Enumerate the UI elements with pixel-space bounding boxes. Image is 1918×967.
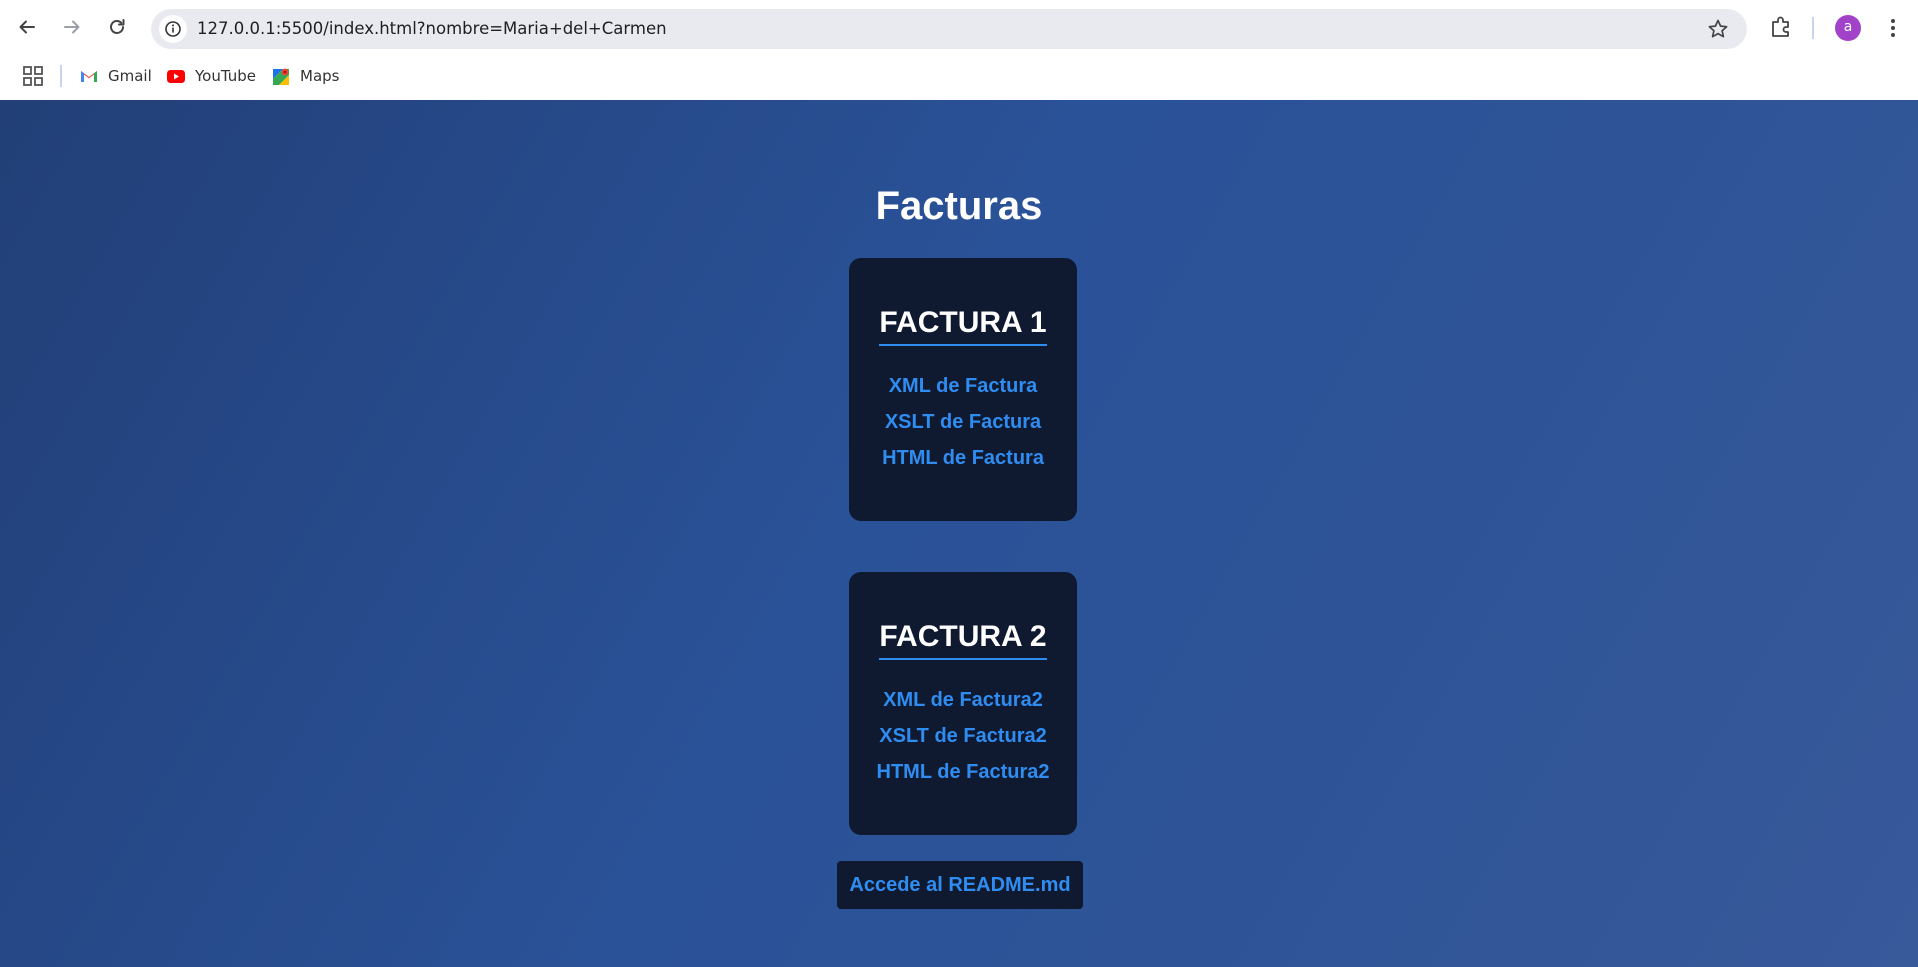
bookmark-label: YouTube <box>195 67 256 85</box>
kebab-menu-icon[interactable] <box>1882 13 1904 43</box>
bookmark-label: Maps <box>300 67 340 85</box>
arrow-left-icon <box>19 20 35 34</box>
extensions-icon[interactable] <box>1767 13 1795 41</box>
invoice-card-1: FACTURA 1 XML de Factura XSLT de Factura… <box>849 258 1077 521</box>
toolbar-divider <box>1812 17 1814 39</box>
forward-button[interactable] <box>55 10 89 44</box>
html-link[interactable]: HTML de Factura2 <box>849 754 1077 790</box>
reload-icon <box>110 19 125 34</box>
bookmark-maps[interactable]: Maps <box>271 60 339 92</box>
apps-grid-icon[interactable] <box>22 65 44 87</box>
xml-link[interactable]: XML de Factura2 <box>849 682 1077 718</box>
xslt-link[interactable]: XSLT de Factura <box>849 404 1077 440</box>
browser-toolbar: 127.0.0.1:5500/index.html?nombre=Maria+d… <box>0 0 1918 56</box>
info-icon <box>165 21 181 37</box>
bookmarks-bar: Gmail YouTube Maps <box>0 56 1918 100</box>
address-bar[interactable]: 127.0.0.1:5500/index.html?nombre=Maria+d… <box>151 9 1747 49</box>
profile-avatar[interactable]: a <box>1835 15 1861 41</box>
reload-button[interactable] <box>100 10 134 44</box>
gmail-icon <box>81 71 97 82</box>
card-links: XML de Factura2 XSLT de Factura2 HTML de… <box>849 682 1077 790</box>
invoice-card-2: FACTURA 2 XML de Factura2 XSLT de Factur… <box>849 572 1077 835</box>
card-title: FACTURA 1 <box>879 306 1047 346</box>
bookmark-gmail[interactable]: Gmail <box>79 60 152 92</box>
arrow-right-icon <box>64 20 80 34</box>
bookmarks-divider <box>60 65 62 87</box>
card-title: FACTURA 2 <box>879 620 1047 660</box>
bookmark-label: Gmail <box>108 67 152 85</box>
xml-link[interactable]: XML de Factura <box>849 368 1077 404</box>
xslt-link[interactable]: XSLT de Factura2 <box>849 718 1077 754</box>
bookmark-youtube[interactable]: YouTube <box>166 60 256 92</box>
site-info-button[interactable] <box>159 15 187 43</box>
page-title: Facturas <box>875 184 1043 228</box>
html-link[interactable]: HTML de Factura <box>849 440 1077 476</box>
url-text[interactable]: 127.0.0.1:5500/index.html?nombre=Maria+d… <box>197 9 667 49</box>
bookmark-star-icon[interactable] <box>1707 18 1729 40</box>
back-button[interactable] <box>10 10 44 44</box>
readme-link[interactable]: Accede al README.md <box>837 861 1083 909</box>
card-links: XML de Factura XSLT de Factura HTML de F… <box>849 368 1077 476</box>
page-content: Facturas FACTURA 1 XML de Factura XSLT d… <box>0 100 1918 967</box>
youtube-icon <box>167 70 185 83</box>
maps-icon <box>273 68 289 85</box>
